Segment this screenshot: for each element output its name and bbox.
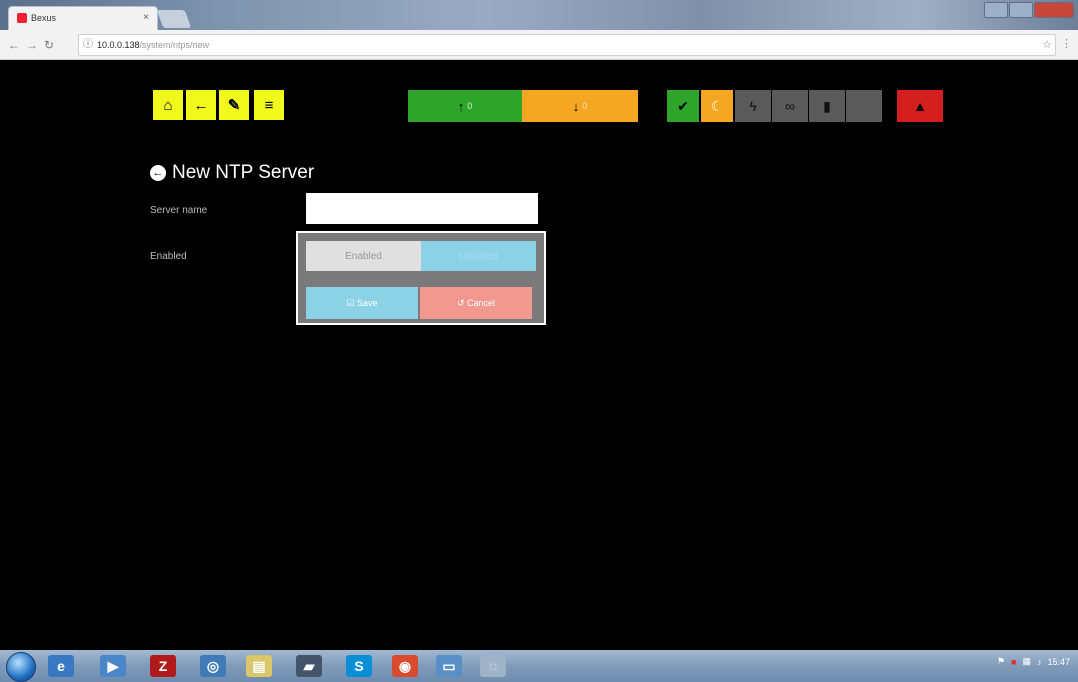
back-arrow-icon[interactable]: ← [8, 38, 20, 52]
bookmark-star-icon[interactable]: ☆ [1042, 38, 1052, 51]
plug-icon[interactable]: ✔ [667, 90, 699, 122]
page-title-text: New NTP Server [172, 162, 315, 183]
folder-icon[interactable]: ▤ [246, 655, 272, 677]
back-icon[interactable]: ← [186, 90, 216, 120]
tray-clock[interactable]: 15:47 [1047, 657, 1070, 667]
close-window-button[interactable] [1034, 2, 1074, 18]
url-host: 10.0.0.138 [97, 40, 140, 50]
maximize-button[interactable] [1009, 2, 1033, 18]
menu-icon[interactable]: ≡ [254, 90, 284, 120]
arrow-down-icon: ↓ [572, 98, 580, 114]
start-button[interactable] [6, 652, 36, 682]
screen: Bexus × ← → ↻ ⓘ 10.0.0.138/system/ntps/n… [0, 0, 1078, 682]
url-path: /system/ntps/new [139, 40, 210, 50]
taskbar: e ▶ Z ◎ ▤ ▰ S ◉ ▭ ◌ ⚑ ■ ▦ ♪ 15:47 [0, 650, 1078, 682]
reload-icon[interactable]: ↻ [44, 38, 54, 52]
toggle-enabled[interactable]: Enabled [306, 241, 421, 271]
ie-icon[interactable]: e [48, 655, 74, 677]
status-filler [846, 90, 882, 122]
window-controls [984, 2, 1074, 18]
cancel-button[interactable]: ↺ Cancel [420, 287, 532, 319]
system-tray: ⚑ ■ ▦ ♪ 15:47 [997, 656, 1070, 667]
link-icon[interactable]: ∞ [772, 90, 808, 122]
monitor-icon[interactable]: ▭ [436, 655, 462, 677]
filezilla-icon[interactable]: Z [150, 655, 176, 677]
toggle-disabled[interactable]: Disabled [421, 241, 536, 271]
usb-icon[interactable]: ▰ [296, 655, 322, 677]
moon-icon[interactable]: ☾ [701, 90, 733, 122]
network-icon[interactable]: ◎ [200, 655, 226, 677]
enabled-popup: Enabled Disabled ☑ Save ↺ Cancel [296, 231, 546, 325]
tray-flag-icon[interactable]: ⚑ [997, 656, 1005, 667]
save-button[interactable]: ☑ Save [306, 287, 418, 319]
browser-tab[interactable]: Bexus × [8, 6, 158, 30]
minimize-button[interactable] [984, 2, 1008, 18]
tab-close-icon[interactable]: × [143, 12, 149, 23]
browser-menu-icon[interactable]: ⋮ [1061, 37, 1072, 50]
tray-network-icon[interactable]: ▦ [1022, 656, 1031, 667]
info-icon[interactable]: ⓘ [83, 35, 93, 55]
app-icon[interactable]: ◌ [480, 655, 506, 677]
home-icon[interactable]: ⌂ [153, 90, 183, 120]
warning-icon[interactable]: ▲ [897, 90, 943, 122]
upload-count: 0 [467, 101, 473, 111]
bolt-icon[interactable]: ϟ [735, 90, 771, 122]
app-page: ⌂ ← ✎ ≡ ↑ 0 ↓ 0 ✔ ☾ ϟ ∞ ▮ ▲ ← New NTP Se… [0, 60, 1078, 650]
tray-volume-icon[interactable]: ♪ [1037, 657, 1042, 667]
page-title: ← New NTP Server [150, 162, 314, 184]
forward-arrow-icon[interactable]: → [26, 38, 38, 52]
lock-icon[interactable]: ▮ [809, 90, 845, 122]
favicon-icon [17, 13, 27, 23]
download-status[interactable]: ↓ 0 [522, 90, 638, 122]
media-player-icon[interactable]: ▶ [100, 655, 126, 677]
new-tab-button[interactable] [156, 10, 192, 28]
wrench-icon[interactable]: ✎ [219, 90, 249, 120]
tab-title: Bexus [31, 13, 57, 23]
browser-tabstrip: Bexus × [0, 0, 1078, 30]
address-bar[interactable]: ⓘ 10.0.0.138/system/ntps/new [78, 34, 1056, 56]
server-name-input[interactable] [306, 193, 538, 224]
server-name-label: Server name [150, 205, 208, 216]
arrow-up-icon: ↑ [457, 98, 465, 114]
enabled-label: Enabled [150, 251, 187, 262]
chrome-icon[interactable]: ◉ [392, 655, 418, 677]
back-circle-icon[interactable]: ← [150, 165, 166, 181]
upload-status[interactable]: ↑ 0 [408, 90, 522, 122]
download-count: 0 [582, 101, 588, 111]
skype-icon[interactable]: S [346, 655, 372, 677]
browser-toolbar: ← → ↻ ⓘ 10.0.0.138/system/ntps/new ☆ ⋮ [0, 30, 1078, 60]
tray-security-icon[interactable]: ■ [1011, 657, 1016, 667]
